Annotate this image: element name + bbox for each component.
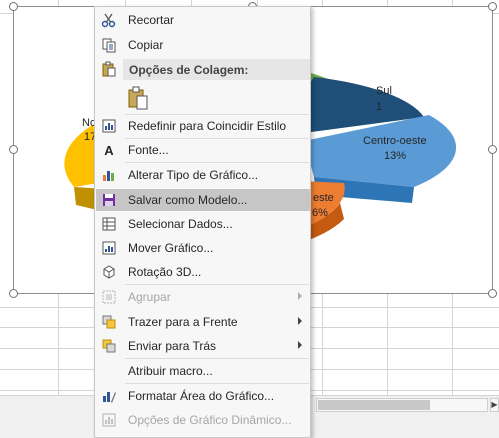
menu-label: Atribuir macro... [128,364,213,378]
format-area-icon [96,385,122,407]
group-icon [96,286,122,308]
chart-type-icon [96,164,122,186]
font-icon: A [104,142,114,158]
menu-item-bring-forward[interactable]: Trazer para a Frente [96,311,310,333]
menu-label: Opções de Gráfico Dinâmico... [128,413,292,427]
label-sul-pct: 1 [376,101,383,113]
menu-item-save-template[interactable]: Salvar como Modelo... [96,189,310,211]
menu-label: Agrupar [128,290,171,304]
menu-item-cut[interactable]: Recortar [96,9,310,31]
menu-item-pivot-chart-options: Opções de Gráfico Dinâmico... [96,409,310,431]
resize-handle-sw[interactable] [9,289,18,298]
copy-icon [96,34,122,56]
menu-item-reset-style[interactable]: Redefinir para Coincidir Estilo [96,115,310,137]
menu-separator [125,358,309,359]
menu-label: Formatar Área do Gráfico... [128,389,275,403]
save-template-icon [96,189,122,211]
paste-options-header: Opções de Colagem: [123,59,310,80]
menu-label: Copiar [128,38,164,52]
context-menu: Recortar Copiar Opções de Colagem: Redef… [94,6,311,438]
menu-label: Opções de Colagem: [129,62,249,77]
menu-item-change-chart-type[interactable]: Alterar Tipo de Gráfico... [96,164,310,186]
resize-handle-se[interactable] [488,289,497,298]
menu-label: Salvar como Modelo... [128,193,248,207]
label-sudeste: este [313,192,334,204]
menu-item-select-data[interactable]: Selecionar Dados... [96,213,310,235]
menu-separator [125,383,309,384]
menu-label: Recortar [128,13,175,27]
pivot-options-icon [96,409,122,431]
scissors-icon [96,9,122,31]
send-backward-icon [96,335,122,357]
paste-icon [96,58,122,80]
menu-label: Mover Gráfico... [128,241,214,255]
menu-label: Rotação 3D... [128,265,202,279]
bring-forward-icon [96,311,122,333]
label-centro-oeste-pct: 13% [384,150,407,162]
menu-separator [125,284,309,285]
menu-label: Trazer para a Frente [128,315,238,329]
move-chart-icon [96,237,122,259]
paste-option-icon [123,83,153,113]
menu-item-assign-macro[interactable]: Atribuir macro... [96,360,310,382]
resize-handle-ne[interactable] [488,2,497,11]
menu-item-3d-rotation[interactable]: Rotação 3D... [96,261,310,283]
menu-label: Alterar Tipo de Gráfico... [128,168,259,182]
reset-style-icon [96,115,122,137]
menu-label: Redefinir para Coincidir Estilo [128,119,287,133]
menu-item-group: Agrupar [96,286,310,308]
menu-item-move-chart[interactable]: Mover Gráfico... [96,237,310,259]
menu-item-send-backward[interactable]: Enviar para Trás [96,335,310,357]
submenu-arrow-icon [298,317,302,325]
label-sudeste-pct: 6% [312,207,328,219]
resize-handle-e[interactable] [488,145,497,154]
resize-handle-nw[interactable] [9,2,18,11]
menu-item-font[interactable]: A Fonte... [96,139,310,161]
label-sul: Sul [376,85,392,97]
scrollbar-thumb[interactable] [318,400,430,410]
menu-label: Fonte... [128,143,169,157]
menu-label: Enviar para Trás [128,339,217,353]
resize-handle-w[interactable] [9,145,18,154]
menu-item-format-chart-area[interactable]: Formatar Área do Gráfico... [96,385,310,407]
submenu-arrow-icon [298,341,302,349]
menu-label: Selecionar Dados... [128,217,233,231]
submenu-arrow-icon [298,292,302,300]
scroll-right-icon[interactable]: ▶ [490,398,499,412]
rotation-3d-icon [96,261,122,283]
select-data-icon [96,213,122,235]
menu-separator [125,162,309,163]
menu-item-copy[interactable]: Copiar [96,34,310,56]
label-centro-oeste: Centro-oeste [363,135,427,147]
paste-option-button[interactable] [123,83,153,113]
